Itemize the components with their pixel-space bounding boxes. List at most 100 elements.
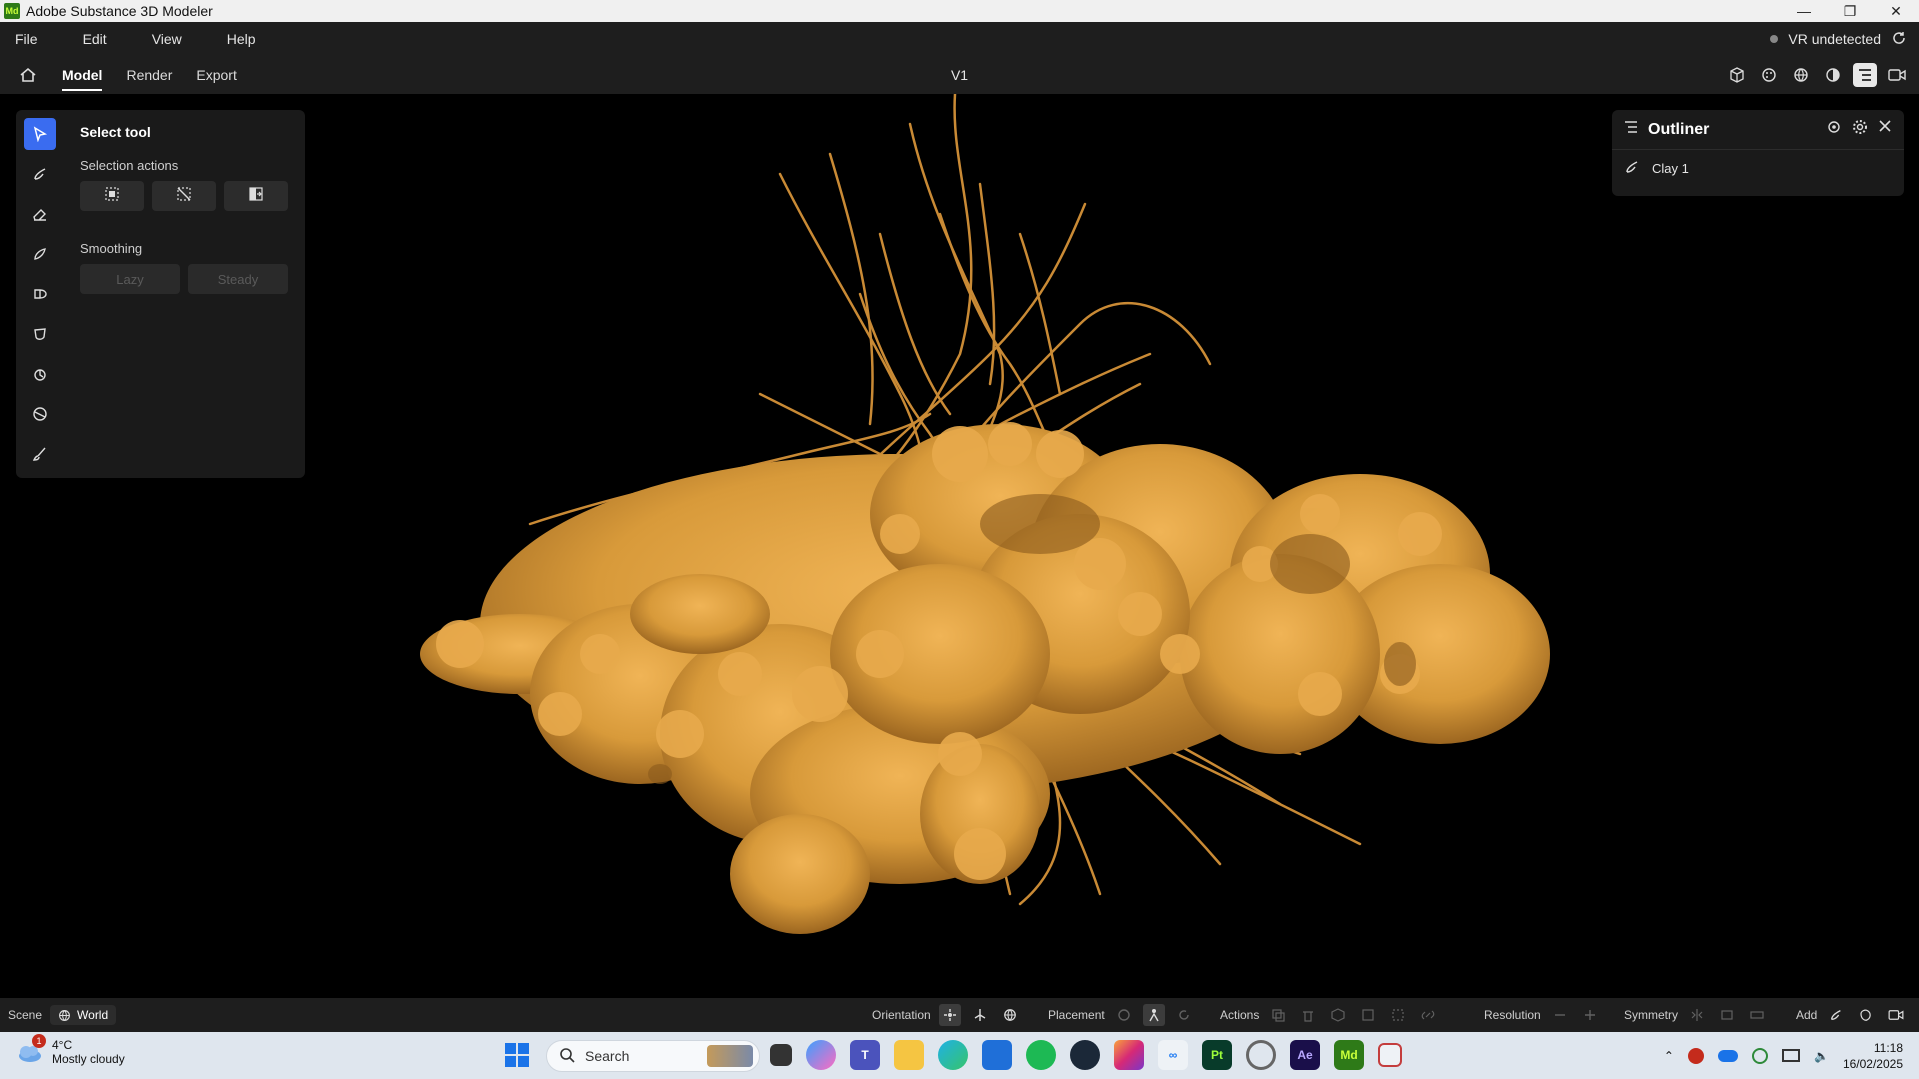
refresh-icon[interactable] [1891,30,1907,49]
close-icon[interactable] [1878,119,1892,140]
duplicate-icon[interactable] [1267,1004,1289,1026]
onedrive-icon[interactable] [1717,1049,1738,1062]
tab-export[interactable]: Export [196,56,236,94]
clay-brush-icon[interactable] [24,158,56,190]
modeler-icon[interactable]: Md [1334,1040,1364,1070]
snipping-tool-icon[interactable] [1378,1043,1402,1067]
cloud-icon: 1 [16,1034,46,1066]
teams-icon[interactable]: T [850,1040,880,1070]
group-icon[interactable] [1327,1004,1349,1026]
store-icon[interactable] [982,1040,1012,1070]
temperature: 4°C [52,1038,73,1052]
cube-icon[interactable] [1725,63,1749,87]
security-icon[interactable] [1687,1047,1704,1064]
palette-icon[interactable] [1757,63,1781,87]
placement-label: Placement [1048,1008,1105,1022]
instagram-icon[interactable] [1114,1040,1144,1070]
split-icon[interactable] [1387,1004,1409,1026]
symmetry-x-icon[interactable] [1686,1004,1708,1026]
minus-icon[interactable] [1549,1004,1571,1026]
link-icon[interactable] [1417,1004,1439,1026]
steam-icon[interactable] [1070,1040,1100,1070]
delete-icon[interactable] [1297,1004,1319,1026]
hand-icon[interactable] [1113,1004,1135,1026]
minimize-icon[interactable]: — [1781,0,1827,22]
environment-icon[interactable] [1821,63,1845,87]
smoothing-steady-button[interactable]: Steady [188,264,288,294]
add-group: Add [1796,998,1907,1032]
weather-widget[interactable]: 1 4°C Mostly cloudy [16,1034,125,1066]
menu-file[interactable]: File [15,31,38,47]
focus-icon[interactable] [1826,119,1842,140]
window-title: Adobe Substance 3D Modeler [26,3,213,19]
invert-selection-button[interactable] [224,181,288,211]
copilot-icon[interactable] [806,1040,836,1070]
tab-render[interactable]: Render [126,56,172,94]
world-button[interactable]: World [50,1005,117,1025]
resolution-label: Resolution [1484,1008,1541,1022]
symmetry-z-icon[interactable] [1746,1004,1768,1026]
add-clay-icon[interactable] [1825,1004,1847,1026]
outliner-panel: Outliner Clay 1 [1612,110,1904,196]
gear-icon[interactable] [1852,119,1868,140]
add-camera-icon[interactable] [1885,1004,1907,1026]
tool-strip [16,110,64,478]
task-view-icon[interactable] [770,1044,792,1066]
taskbar-search[interactable]: Search [546,1040,760,1072]
home-icon[interactable] [18,65,38,85]
select-all-button[interactable] [80,181,144,211]
resolution-group: Resolution [1484,998,1601,1032]
orientation-group: Orientation [872,998,1021,1032]
eraser-icon[interactable] [24,198,56,230]
tab-model[interactable]: Model [62,56,103,94]
world-label: World [77,1008,109,1022]
sync-icon[interactable] [1751,1047,1768,1064]
chevron-up-icon[interactable]: ⌃ [1664,1049,1674,1063]
orientation-trackball-icon[interactable] [938,1004,961,1026]
symmetry-y-icon[interactable] [1716,1004,1738,1026]
edge-icon[interactable] [938,1040,968,1070]
close-icon[interactable]: ✕ [1873,0,1919,22]
orientation-globe-icon[interactable] [999,1004,1021,1026]
oculus-icon[interactable] [1246,1040,1276,1070]
meta-icon[interactable]: ∞ [1158,1040,1188,1070]
smooth-icon[interactable] [24,238,56,270]
merge-icon[interactable] [1357,1004,1379,1026]
window-controls: — ❐ ✕ [1781,0,1919,22]
select-icon[interactable] [24,118,56,150]
invert-selection-icon [248,186,264,207]
plus-icon[interactable] [1579,1004,1601,1026]
restore-icon[interactable]: ❐ [1827,0,1873,22]
weather-text: Mostly cloudy [52,1052,125,1066]
windows-start-icon[interactable] [504,1042,530,1068]
add-label: Add [1796,1008,1818,1022]
scene-label: Scene [8,1008,43,1022]
flatten-icon[interactable] [24,398,56,430]
painter-icon[interactable]: Pt [1202,1040,1232,1070]
after-effects-icon[interactable]: Ae [1290,1040,1320,1070]
move-icon[interactable] [24,278,56,310]
orientation-turntable-icon[interactable] [969,1004,991,1026]
camera-icon[interactable] [1885,63,1909,87]
inflate-icon[interactable] [24,318,56,350]
menu-edit[interactable]: Edit [83,31,107,47]
actions-label: Actions [1220,1008,1260,1022]
file-explorer-icon[interactable] [894,1040,924,1070]
pinch-icon[interactable] [24,358,56,390]
add-primitive-icon[interactable] [1855,1004,1877,1026]
outliner-item[interactable]: Clay 1 [1612,150,1904,186]
system-tray: ⌃ 🔈 11:18 16/02/2025 [1664,1032,1903,1079]
outliner-toggle-icon[interactable] [1853,63,1877,87]
spotify-icon[interactable] [1026,1040,1056,1070]
reset-placement-icon[interactable] [1173,1004,1195,1026]
menu-view[interactable]: View [152,31,182,47]
globe-icon[interactable] [1789,63,1813,87]
paint-icon[interactable] [24,438,56,470]
deselect-button[interactable] [152,181,216,211]
volume-icon[interactable]: 🔈 [1814,1049,1829,1063]
menu-help[interactable]: Help [227,31,256,47]
display-icon[interactable] [1781,1049,1800,1062]
smoothing-lazy-button[interactable]: Lazy [80,264,180,294]
person-icon[interactable] [1142,1004,1165,1026]
clock[interactable]: 11:18 16/02/2025 [1843,1040,1903,1072]
